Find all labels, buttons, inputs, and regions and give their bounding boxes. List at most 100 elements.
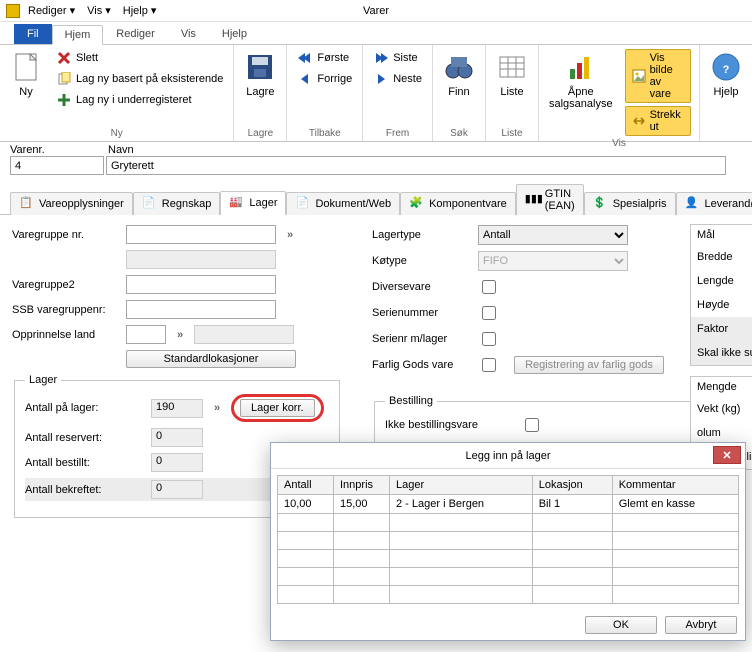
menu-rediger[interactable]: Rediger ▾ [24,2,79,19]
dtab-dokument[interactable]: 📄Dokument/Web [286,192,400,215]
farlig-gods-checkbox[interactable] [482,358,496,372]
cell-lager[interactable]: 2 - Lager i Bergen [390,495,533,514]
dtab-vareopplysninger[interactable]: 📋Vareopplysninger [10,192,133,215]
dtab-komponentvare[interactable]: 🧩Komponentvare [400,192,516,215]
menu-vis[interactable]: Vis ▾ [83,2,115,19]
lagertype-label: Lagertype [372,229,472,241]
tab-vis[interactable]: Vis [168,24,209,44]
table-row[interactable] [278,586,739,604]
col-kommentar[interactable]: Kommentar [612,476,738,495]
lookup-land-icon[interactable]: » [172,329,188,341]
ribbon-group-sok: Finn Søk [433,45,486,141]
lager-legend: Lager [25,374,61,386]
varenr-label: Varenr. [10,144,108,156]
table-row[interactable]: 10,00 15,00 2 - Lager i Bergen Bil 1 Gle… [278,495,739,514]
apne-salgsanalyse-button[interactable]: Åpne salgsanalyse [547,49,615,112]
hjelp-button[interactable]: ? Hjelp [708,49,744,100]
ribbon-group-lagre: Lagre Lagre [234,45,287,141]
slett-button[interactable]: Slett [54,49,225,67]
dtab-regnskap[interactable]: 📄Regnskap [133,192,221,215]
lagertype-select[interactable]: Antall [478,225,628,245]
varegruppe2-input[interactable] [126,275,276,294]
varegruppenr-input[interactable] [126,225,276,244]
tab-rediger[interactable]: Rediger [103,24,168,44]
group-title-vis: Vis [547,136,691,151]
ribbon: Ny Slett Lag ny basert på eksisterende L… [0,44,752,142]
mal-legend: Mål [691,225,752,245]
varenr-input[interactable] [10,156,104,175]
navn-input[interactable] [106,156,726,175]
dialog-ok-button[interactable]: OK [585,616,657,634]
ikke-bestillingsvare-checkbox[interactable] [525,418,539,432]
dtab-spesialpris[interactable]: 💲Spesialpris [584,192,676,215]
prev-icon [297,71,313,87]
vis-bilde-label: Vis bilde av vare [650,52,684,100]
serienummer-label: Serienummer [372,307,472,319]
finn-button[interactable]: Finn [441,49,477,100]
ny-label: Ny [19,86,32,98]
forrige-button[interactable]: Forrige [295,70,354,88]
table-row[interactable] [278,550,739,568]
standardlokasjoner-button[interactable]: Standardlokasjoner [126,350,296,368]
table-row[interactable] [278,514,739,532]
col-lokasjon[interactable]: Lokasjon [532,476,612,495]
col-innpris[interactable]: Innpris [334,476,390,495]
ikke-bestillingsvare-label: Ikke bestillingsvare [385,419,515,431]
mal-lengde: Lengde [691,269,752,293]
forste-label: Første [317,52,349,64]
tab-hjem[interactable]: Hjem [52,25,104,45]
siste-button[interactable]: Siste [371,49,424,67]
component-icon: 🧩 [409,196,425,212]
table-row[interactable] [278,532,739,550]
dtab-lager[interactable]: 🏭Lager [220,191,286,215]
cell-antall[interactable]: 10,00 [278,495,334,514]
kotype-label: Køtype [372,255,472,267]
stretch-icon [632,113,646,129]
lookup-vgnr-icon[interactable]: » [282,229,298,241]
ny-button[interactable]: Ny [8,49,44,100]
group-title-hjelp-empty [708,137,744,141]
serienummer-checkbox[interactable] [482,306,496,320]
neste-button[interactable]: Neste [371,70,424,88]
dialog-title: Legg inn på lager [465,450,550,462]
ssb-input[interactable] [126,300,276,319]
dialog-close-button[interactable]: ✕ [713,446,741,464]
cell-kommentar[interactable]: Glemt en kasse [612,495,738,514]
forste-button[interactable]: Første [295,49,354,67]
vis-bilde-button[interactable]: Vis bilde av vare [625,49,691,103]
lag-basert-button[interactable]: Lag ny basert på eksisterende [54,70,225,88]
app-icon [6,4,20,18]
new-file-icon [10,51,42,83]
document-icon: 📄 [295,196,311,212]
dtab-leverandorer[interactable]: 👤Leverandører [676,192,752,215]
svg-text:?: ? [723,64,730,76]
table-row[interactable] [278,568,739,586]
tab-fil[interactable]: Fil [14,24,52,44]
lag-under-button[interactable]: Lag ny i underregisteret [54,91,225,109]
lag-under-label: Lag ny i underregisteret [76,94,192,106]
dtab-gtin[interactable]: ▮▮▮GTIN (EAN) [516,184,584,215]
mengde-vekt: Vekt (kg) [691,397,752,421]
col-antall[interactable]: Antall [278,476,334,495]
neste-label: Neste [393,73,422,85]
group-title-lagre: Lagre [242,126,278,141]
finn-label: Finn [448,86,469,98]
serienr-mlager-checkbox[interactable] [482,332,496,346]
col-lager[interactable]: Lager [390,476,533,495]
diversevare-checkbox[interactable] [482,280,496,294]
strekk-ut-button[interactable]: Strekk ut [625,106,691,136]
group-title-tilbake: Tilbake [295,126,354,141]
cell-innpris[interactable]: 15,00 [334,495,390,514]
warehouse-icon: 🏭 [229,195,245,211]
tab-hjelp[interactable]: Hjelp [209,24,260,44]
dialog-avbryt-button[interactable]: Avbryt [665,616,737,634]
lagre-button[interactable]: Lagre [242,49,278,100]
cell-lokasjon[interactable]: Bil 1 [532,495,612,514]
menu-hjelp[interactable]: Hjelp ▾ [119,2,161,19]
liste-button[interactable]: Liste [494,49,530,100]
lookup-lager-icon[interactable]: » [209,402,225,414]
dialog-table: Antall Innpris Lager Lokasjon Kommentar … [277,475,739,604]
opprinnelse-input[interactable] [126,325,166,344]
lager-korr-button[interactable]: Lager korr. [240,399,315,417]
main-tabstrip: Fil Hjem Rediger Vis Hjelp [0,22,752,44]
